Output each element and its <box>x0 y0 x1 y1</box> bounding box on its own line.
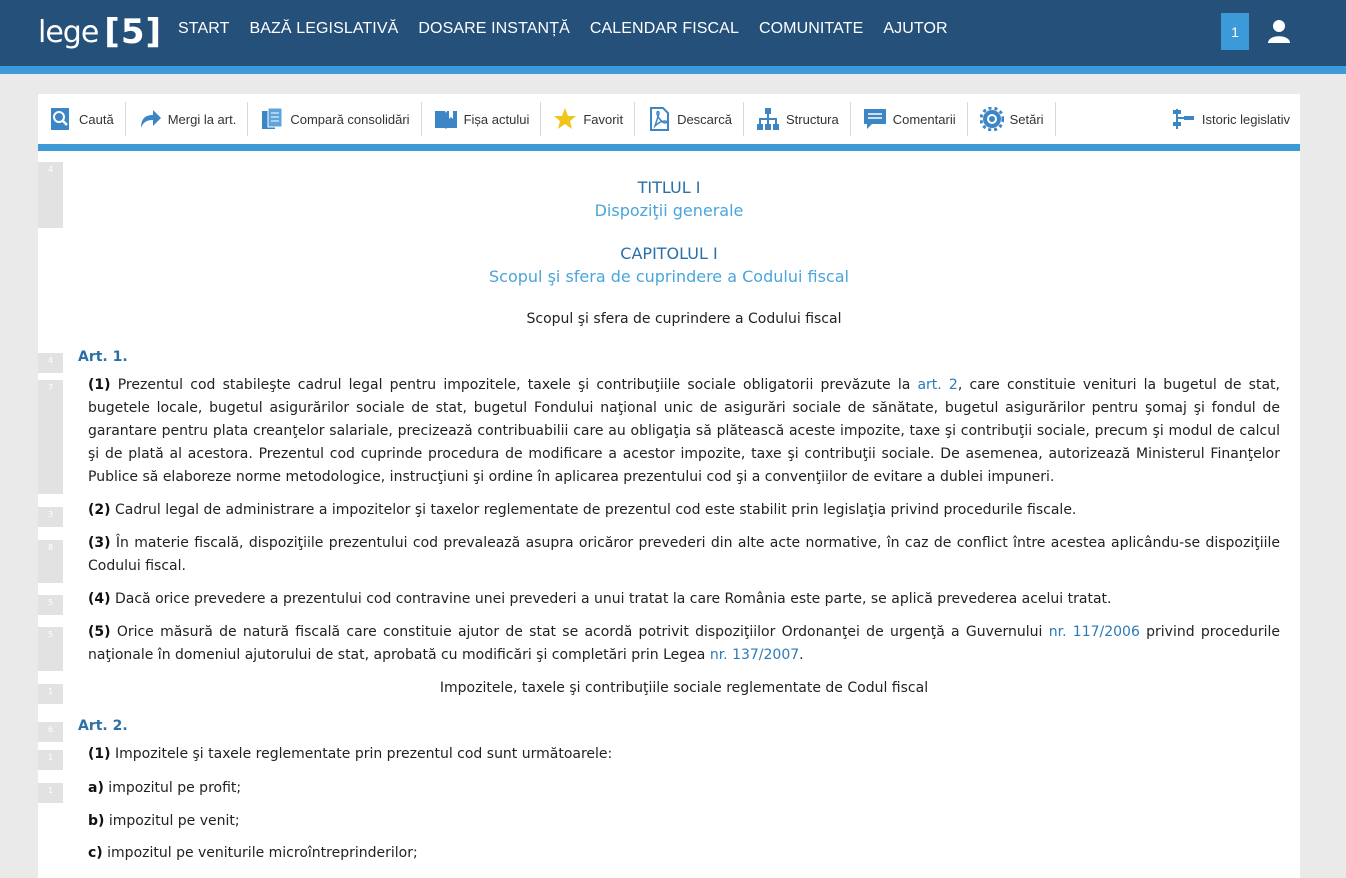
gutter-marker[interactable]: 1 <box>38 750 63 770</box>
nav-comunitate[interactable]: COMUNITATE <box>759 20 863 38</box>
chapter-heading: CAPITOLUL I <box>620 244 718 263</box>
paragraph-number: (2) <box>88 502 111 518</box>
list-item-c: c) impozitul pe veniturile microîntrepri… <box>88 842 1280 865</box>
article-2-heading[interactable]: Art. 2. <box>78 718 128 734</box>
list-item-b: b) impozitul pe venit; <box>88 810 1280 833</box>
gutter-marker[interactable]: 6 <box>38 722 63 742</box>
document-panel: Caută Mergi la art. Compară consolidări … <box>38 94 1300 878</box>
favorite-button[interactable]: Favorit <box>541 102 636 136</box>
download-button[interactable]: Descarcă <box>635 102 744 136</box>
compare-button[interactable]: Compară consolidări <box>248 102 422 136</box>
list-text: impozitul pe profit; <box>103 780 242 796</box>
structure-label: Structura <box>785 111 839 127</box>
top-header: lege [5] START BAZĂ LEGISLATIVĂ DOSARE I… <box>0 0 1346 66</box>
list-item-a: a) impozitul pe profit; <box>88 777 1280 800</box>
lege-137-2007-link[interactable]: nr. 137/2007 <box>710 647 799 663</box>
logo-word: lege <box>38 14 99 50</box>
compare-label: Compară consolidări <box>290 111 410 127</box>
site-logo[interactable]: lege [5] <box>38 12 162 52</box>
search-label: Caută <box>79 111 114 127</box>
list-letter: c) <box>88 845 103 861</box>
comments-label: Comentarii <box>892 111 956 127</box>
legislative-history-label: Istoric legislativ <box>1201 111 1290 127</box>
paragraph-text: . <box>799 647 804 663</box>
paragraph-number: (1) <box>88 377 111 393</box>
nav-dosare-instanta[interactable]: DOSARE INSTANȚĂ <box>418 20 569 38</box>
list-text: impozitul pe veniturile microîntreprinde… <box>102 845 418 861</box>
paragraph-text: Cadrul legal de administrare a impozitel… <box>110 502 1077 518</box>
article-1-paragraph-1: (1) Prezentul cod stabileşte cadrul lega… <box>88 374 1280 489</box>
paragraph-number: (5) <box>88 624 111 640</box>
gutter-marker[interactable]: 1 <box>38 783 63 803</box>
chapter-subheading: Scopul şi sfera de cuprindere a Codului … <box>489 267 849 286</box>
nav-ajutor[interactable]: AJUTOR <box>883 20 947 38</box>
act-sheet-label: Fișa actului <box>463 111 530 127</box>
paragraph-number: (4) <box>88 591 111 607</box>
list-letter: a) <box>88 780 104 796</box>
arrow-forward-icon <box>140 110 161 128</box>
favorite-label: Favorit <box>583 111 624 127</box>
list-letter: b) <box>88 813 105 829</box>
search-icon <box>51 108 69 130</box>
sitemap-icon <box>756 108 779 130</box>
article-1-heading[interactable]: Art. 1. <box>78 349 128 365</box>
legislative-history-button[interactable]: Istoric legislativ <box>1160 102 1290 136</box>
gutter-marker[interactable]: 3 <box>38 507 63 527</box>
pdf-download-icon <box>650 107 670 131</box>
gutter-marker[interactable]: 8 <box>38 540 63 583</box>
header-accent-strip <box>0 66 1346 74</box>
marginal-title: Impozitele, taxele şi contribuţiile soci… <box>439 680 929 696</box>
structure-button[interactable]: Structura <box>744 102 851 136</box>
gutter-marker[interactable]: 7 <box>38 380 63 494</box>
nav-start[interactable]: START <box>178 20 229 38</box>
book-icon <box>434 111 457 129</box>
article-1-paragraph-5: (5) Orice măsură de natură fiscală care … <box>88 621 1280 667</box>
article-2-paragraph-1: (1) Impozitele şi taxele reglementate pr… <box>88 743 1280 766</box>
title-heading: TITLUL I <box>637 178 701 197</box>
nav-baza-legislativa[interactable]: BAZĂ LEGISLATIVĂ <box>249 20 398 38</box>
paragraph-number: (3) <box>88 535 111 551</box>
goto-article-button[interactable]: Mergi la art. <box>126 102 249 136</box>
gutter-marker[interactable]: 1 <box>38 684 63 704</box>
title-subheading: Dispoziţii generale <box>594 201 744 220</box>
gutter-marker[interactable]: 4 <box>38 353 63 373</box>
settings-label: Setări <box>1009 111 1044 127</box>
paragraph-text: Impozitele şi taxele reglementate prin p… <box>110 746 613 762</box>
search-button[interactable]: Caută <box>38 102 126 136</box>
comments-button[interactable]: Comentarii <box>851 102 968 136</box>
main-nav: START BAZĂ LEGISLATIVĂ DOSARE INSTANȚĂ C… <box>178 20 968 38</box>
article-2-link[interactable]: art. 2 <box>917 377 957 393</box>
paragraph-number: (1) <box>88 746 111 762</box>
paragraph-text: În materie fiscală, dispoziţiile prezent… <box>88 535 1280 574</box>
list-text: impozitul pe venit; <box>104 813 240 829</box>
paragraph-text: Prezentul cod stabileşte cadrul legal pe… <box>110 377 918 393</box>
paragraph-text: Orice măsură de natură fiscală care cons… <box>110 624 1049 640</box>
user-icon[interactable] <box>1266 18 1292 44</box>
document-toolbar: Caută Mergi la art. Compară consolidări … <box>38 94 1300 144</box>
nav-calendar-fiscal[interactable]: CALENDAR FISCAL <box>590 20 739 38</box>
comment-icon <box>863 109 886 129</box>
article-1-paragraph-2: (2) Cadrul legal de administrare a impoz… <box>88 499 1280 522</box>
gutter-marker[interactable]: 5 <box>38 595 63 615</box>
article-1-paragraph-3: (3) În materie fiscală, dispoziţiile pre… <box>88 532 1280 578</box>
paragraph-text: , care constituie venituri la bugetul de… <box>88 377 1280 485</box>
download-label: Descarcă <box>677 111 732 127</box>
notification-badge[interactable]: 1 <box>1221 13 1249 50</box>
marginal-title: Scopul şi sfera de cuprindere a Codului … <box>526 311 842 327</box>
act-sheet-button[interactable]: Fișa actului <box>422 102 542 136</box>
logo-number: [5] <box>104 12 163 52</box>
oug-117-2006-link[interactable]: nr. 117/2006 <box>1049 624 1140 640</box>
settings-button[interactable]: Setări <box>968 102 1056 136</box>
gutter-marker[interactable]: 5 <box>38 627 63 671</box>
star-icon <box>554 108 577 129</box>
timeline-icon <box>1172 109 1194 129</box>
gear-icon <box>979 107 1004 131</box>
toolbar-accent-line <box>38 144 1300 151</box>
compare-documents-icon <box>262 107 283 129</box>
goto-article-label: Mergi la art. <box>167 111 237 127</box>
article-1-paragraph-4: (4) Dacă orice prevedere a prezentului c… <box>88 588 1280 611</box>
paragraph-text: Dacă orice prevedere a prezentului cod c… <box>110 591 1112 607</box>
